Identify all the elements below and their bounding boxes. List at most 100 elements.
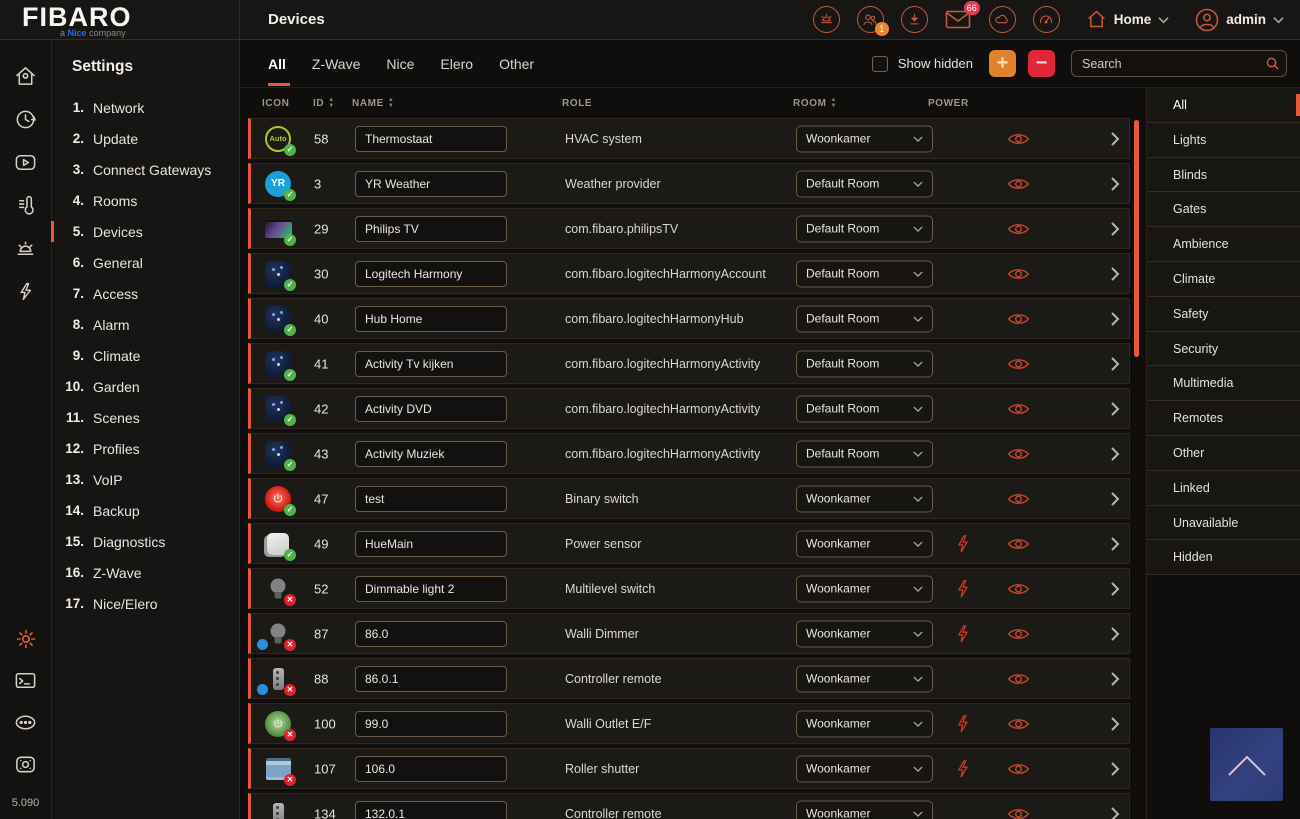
sidebar-item-devices[interactable]: 5.Devices: [52, 216, 239, 247]
visibility-toggle[interactable]: [1003, 176, 1033, 191]
row-expand-button[interactable]: [1110, 716, 1120, 732]
filter-blinds[interactable]: Blinds: [1147, 158, 1300, 193]
visibility-toggle[interactable]: [1003, 806, 1033, 819]
device-name-input[interactable]: [355, 621, 507, 647]
filter-hidden[interactable]: Hidden: [1147, 540, 1300, 575]
sidebar-item-rooms[interactable]: 4.Rooms: [52, 185, 239, 216]
tab-z-wave[interactable]: Z-Wave: [312, 40, 360, 88]
tab-elero[interactable]: Elero: [440, 40, 473, 88]
sidebar-item-general[interactable]: 6.General: [52, 247, 239, 278]
mail-icon[interactable]: 66: [945, 6, 972, 33]
row-expand-button[interactable]: [1110, 446, 1120, 462]
row-expand-button[interactable]: [1110, 221, 1120, 237]
tab-other[interactable]: Other: [499, 40, 534, 88]
remove-device-button[interactable]: −: [1028, 50, 1055, 77]
hub-icon[interactable]: [13, 752, 38, 777]
download-icon[interactable]: [901, 6, 928, 33]
device-name-input[interactable]: [355, 576, 507, 602]
room-select[interactable]: Default Room: [796, 215, 933, 242]
add-device-button[interactable]: +: [989, 50, 1016, 77]
filter-unavailable[interactable]: Unavailable: [1147, 506, 1300, 541]
row-expand-button[interactable]: [1110, 536, 1120, 552]
room-select[interactable]: Woonkamer: [796, 800, 933, 819]
device-name-input[interactable]: [355, 801, 507, 819]
visibility-toggle[interactable]: [1003, 716, 1033, 731]
sidebar-item-access[interactable]: 7.Access: [52, 278, 239, 309]
row-expand-button[interactable]: [1110, 806, 1120, 819]
tab-all[interactable]: All: [268, 40, 286, 88]
visibility-toggle[interactable]: [1003, 491, 1033, 506]
visibility-toggle[interactable]: [1003, 266, 1033, 281]
tab-nice[interactable]: Nice: [386, 40, 414, 88]
energy-icon[interactable]: [13, 279, 38, 304]
search-input[interactable]: [1071, 50, 1287, 77]
row-expand-button[interactable]: [1110, 311, 1120, 327]
sidebar-item-alarm[interactable]: 8.Alarm: [52, 309, 239, 340]
room-select[interactable]: Woonkamer: [796, 755, 933, 782]
home-selector[interactable]: Home: [1086, 9, 1170, 30]
filter-linked[interactable]: Linked: [1147, 471, 1300, 506]
visibility-toggle[interactable]: [1003, 536, 1033, 551]
filter-gates[interactable]: Gates: [1147, 192, 1300, 227]
room-select[interactable]: Woonkamer: [796, 665, 933, 692]
device-name-input[interactable]: [355, 126, 507, 152]
user-menu[interactable]: admin: [1195, 8, 1284, 32]
sidebar-item-nice-elero[interactable]: 17.Nice/Elero: [52, 588, 239, 619]
column-header-id[interactable]: ID▲▼: [313, 98, 335, 109]
row-expand-button[interactable]: [1110, 761, 1120, 777]
visibility-toggle[interactable]: [1003, 311, 1033, 326]
row-expand-button[interactable]: [1110, 626, 1120, 642]
sidebar-item-profiles[interactable]: 12.Profiles: [52, 433, 239, 464]
weather-icon[interactable]: [989, 6, 1016, 33]
room-select[interactable]: Woonkamer: [796, 620, 933, 647]
sidebar-item-climate[interactable]: 9.Climate: [52, 340, 239, 371]
room-select[interactable]: Default Room: [796, 440, 933, 467]
room-select[interactable]: Woonkamer: [796, 710, 933, 737]
alarm-icon[interactable]: [13, 236, 38, 261]
filter-multimedia[interactable]: Multimedia: [1147, 366, 1300, 401]
scroll-to-top-button[interactable]: [1210, 728, 1283, 801]
room-select[interactable]: Woonkamer: [796, 485, 933, 512]
filter-other[interactable]: Other: [1147, 436, 1300, 471]
row-expand-button[interactable]: [1110, 356, 1120, 372]
filter-climate[interactable]: Climate: [1147, 262, 1300, 297]
room-select[interactable]: Default Room: [796, 170, 933, 197]
room-select[interactable]: Woonkamer: [796, 575, 933, 602]
sidebar-item-z-wave[interactable]: 16.Z-Wave: [52, 557, 239, 588]
visibility-toggle[interactable]: [1003, 401, 1033, 416]
column-header-name[interactable]: NAME▲▼: [352, 98, 394, 109]
media-icon[interactable]: [13, 150, 38, 175]
home-icon[interactable]: [13, 64, 38, 89]
gauge-icon[interactable]: [1033, 6, 1060, 33]
device-name-input[interactable]: [355, 486, 507, 512]
sidebar-item-garden[interactable]: 10.Garden: [52, 371, 239, 402]
sidebar-item-diagnostics[interactable]: 15.Diagnostics: [52, 526, 239, 557]
visibility-toggle[interactable]: [1003, 761, 1033, 776]
sidebar-item-voip[interactable]: 13.VoIP: [52, 464, 239, 495]
device-name-input[interactable]: [355, 216, 507, 242]
device-name-input[interactable]: [355, 306, 507, 332]
row-expand-button[interactable]: [1110, 671, 1120, 687]
users-icon[interactable]: 1: [857, 6, 884, 33]
device-name-input[interactable]: [355, 666, 507, 692]
room-select[interactable]: Woonkamer: [796, 530, 933, 557]
room-select[interactable]: Default Room: [796, 350, 933, 377]
device-name-input[interactable]: [355, 396, 507, 422]
device-name-input[interactable]: [355, 531, 507, 557]
row-expand-button[interactable]: [1110, 401, 1120, 417]
history-icon[interactable]: [13, 107, 38, 132]
alarm-panel-icon[interactable]: [813, 6, 840, 33]
terminal-icon[interactable]: [13, 668, 38, 693]
column-header-room[interactable]: ROOM▲▼: [793, 98, 837, 109]
device-name-input[interactable]: [355, 441, 507, 467]
filter-security[interactable]: Security: [1147, 332, 1300, 367]
filter-ambience[interactable]: Ambience: [1147, 227, 1300, 262]
filter-all[interactable]: All: [1147, 88, 1300, 123]
row-expand-button[interactable]: [1110, 131, 1120, 147]
table-scrollbar[interactable]: [1134, 120, 1139, 357]
sidebar-item-connect-gateways[interactable]: 3.Connect Gateways: [52, 154, 239, 185]
row-expand-button[interactable]: [1110, 491, 1120, 507]
sidebar-item-network[interactable]: 1.Network: [52, 92, 239, 123]
climate-icon[interactable]: [13, 193, 38, 218]
row-expand-button[interactable]: [1110, 176, 1120, 192]
